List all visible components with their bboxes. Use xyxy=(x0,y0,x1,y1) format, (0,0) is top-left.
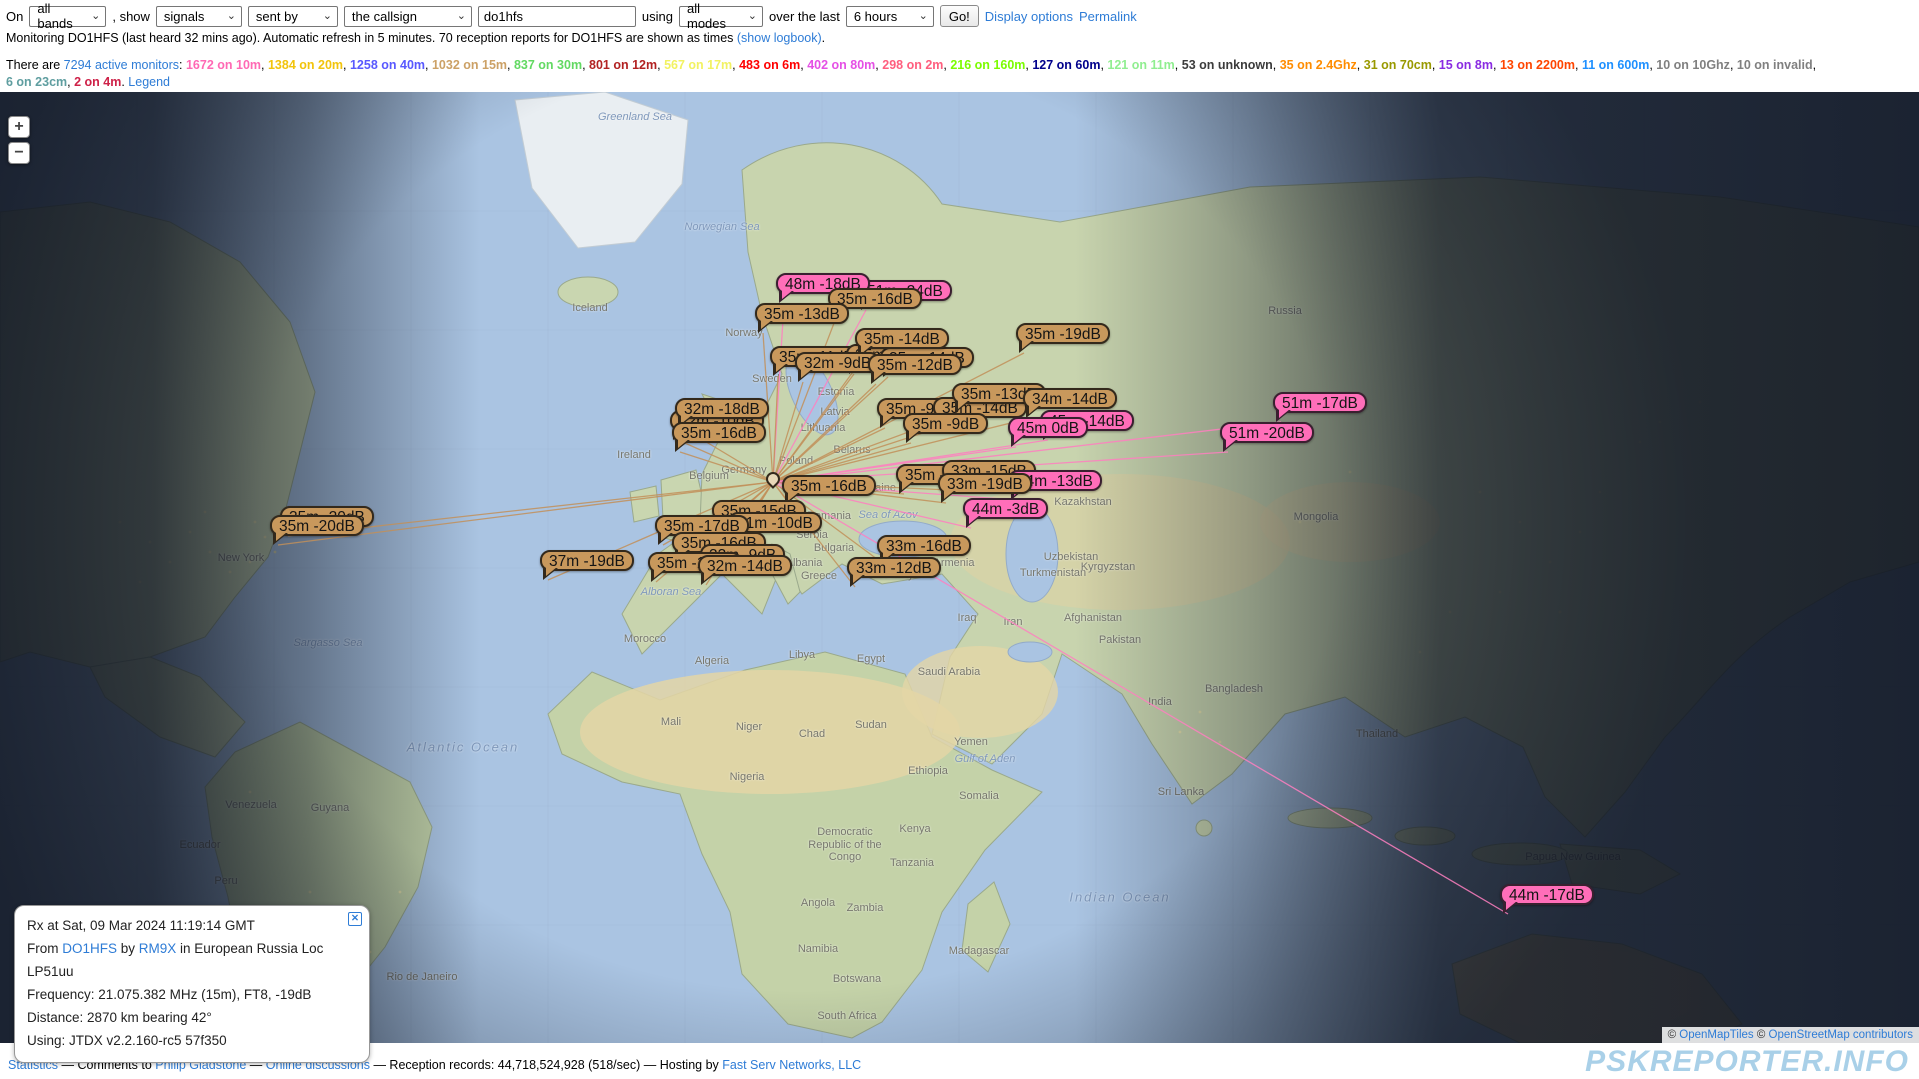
band-count: 13 on 2200m xyxy=(1500,58,1575,72)
monitoring-status-line: Monitoring DO1HFS (last heard 32 mins ag… xyxy=(0,28,1919,45)
openmaptiles-link[interactable]: OpenMapTiles xyxy=(1679,1029,1753,1041)
monitoring-suffix: . xyxy=(822,31,825,45)
pskreporter-watermark: PSKREPORTER.INFO xyxy=(1585,1045,1909,1079)
band-count: 837 on 30m xyxy=(514,58,582,72)
chevron-down-icon: ⌄ xyxy=(457,11,466,22)
popup-distance: Distance: 2870 km bearing 42° xyxy=(27,1006,357,1029)
band-count: 15 on 8m xyxy=(1439,58,1493,72)
band-count: 298 on 2m xyxy=(882,58,943,72)
query-toolbar: On all bands⌄ , show signals⌄ sent by⌄ t… xyxy=(0,0,1919,28)
zoom-in-button[interactable]: + xyxy=(8,116,30,138)
signals-select[interactable]: signals⌄ xyxy=(156,6,242,27)
band-counts-tail: 6 on 23cm, 2 on 4m. xyxy=(6,75,128,89)
show-label: , show xyxy=(112,9,150,24)
band-count: 1384 on 20m xyxy=(268,58,343,72)
band-count: 483 on 6m xyxy=(739,58,800,72)
popup-from-line: From DO1HFS by RM9X in European Russia L… xyxy=(27,937,357,983)
band-count: 11 on 600m xyxy=(1582,58,1649,72)
map-attribution: © OpenMapTiles © OpenStreetMap contribut… xyxy=(1662,1027,1919,1043)
popup-rx-time: Rx at Sat, 09 Mar 2024 11:19:14 GMT xyxy=(27,914,357,937)
permalink-link[interactable]: Permalink xyxy=(1079,9,1137,24)
band-count: 1672 on 10m xyxy=(186,58,261,72)
close-icon[interactable]: ✕ xyxy=(348,912,362,926)
chevron-down-icon: ⌄ xyxy=(227,11,236,22)
map-viewport[interactable]: Greenland SeaNorwegian SeaIcelandNorwayS… xyxy=(0,92,1919,1043)
monitors-prefix: There are xyxy=(6,58,64,72)
band-count: 6 on 23cm xyxy=(6,75,67,89)
band-select[interactable]: all bands⌄ xyxy=(29,6,106,27)
zoom-out-button[interactable]: − xyxy=(8,142,30,164)
reception-report-balloon[interactable]: 44m -3dB xyxy=(963,498,1048,519)
sentby-select[interactable]: sent by⌄ xyxy=(248,6,338,27)
band-count: 2 on 4m xyxy=(74,75,121,89)
reception-report-balloon[interactable]: 35m -13dB xyxy=(755,303,849,324)
chevron-down-icon: ⌄ xyxy=(748,11,757,22)
band-count: 216 on 160m xyxy=(950,58,1025,72)
period-select[interactable]: 6 hours⌄ xyxy=(846,6,934,27)
band-count: 121 on 11m xyxy=(1107,58,1174,72)
reception-report-balloon[interactable]: 35m -16dB xyxy=(782,475,876,496)
band-counts: 1672 on 10m, 1384 on 20m, 1258 on 40m, 1… xyxy=(186,58,1816,72)
reception-report-balloon[interactable]: 35m -9dB xyxy=(903,413,988,434)
reception-report-balloon[interactable]: 35m -20dB xyxy=(270,515,364,536)
reception-report-balloon[interactable]: 33m -19dB xyxy=(938,473,1032,494)
band-count: 10 on invalid xyxy=(1737,58,1813,72)
active-monitors-link[interactable]: 7294 active monitors xyxy=(64,58,179,72)
band-count: 402 on 80m xyxy=(807,58,875,72)
band-count: 127 on 60m xyxy=(1032,58,1100,72)
reception-report-balloon[interactable]: 51m -17dB xyxy=(1273,392,1367,413)
reception-report-balloon[interactable]: 35m -19dB xyxy=(1016,323,1110,344)
modes-select[interactable]: all modes⌄ xyxy=(679,6,763,27)
using-label: using xyxy=(642,9,673,24)
reception-report-balloon[interactable]: 51m -20dB xyxy=(1220,422,1314,443)
copyright-icon: © xyxy=(1757,1029,1765,1041)
receiver-callsign-link[interactable]: RM9X xyxy=(139,941,177,956)
reception-detail-popup: ✕ Rx at Sat, 09 Mar 2024 11:19:14 GMT Fr… xyxy=(14,905,370,1063)
reception-reports-layer: 51m -24dB48m -18dB35m -16dB35m -13dB35m … xyxy=(0,92,1919,1043)
openstreetmap-link[interactable]: OpenStreetMap contributors xyxy=(1769,1029,1913,1041)
copyright-icon: © xyxy=(1668,1029,1676,1041)
callsign-input[interactable] xyxy=(478,6,636,27)
active-monitors-line: There are 7294 active monitors: 1672 on … xyxy=(0,45,1919,72)
header: On all bands⌄ , show signals⌄ sent by⌄ t… xyxy=(0,0,1919,92)
go-button[interactable]: Go! xyxy=(940,5,979,27)
reception-report-balloon[interactable]: 33m -16dB xyxy=(877,535,971,556)
sender-callsign-link[interactable]: DO1HFS xyxy=(62,941,117,956)
reception-report-balloon[interactable]: 45m 0dB xyxy=(1008,417,1088,438)
band-count: 801 on 12m xyxy=(589,58,657,72)
popup-software: Using: JTDX v2.2.160-rc5 57f350 xyxy=(27,1029,357,1052)
band-count: 1032 on 15m xyxy=(432,58,507,72)
band-count: 53 on unknown xyxy=(1182,58,1273,72)
reception-report-balloon[interactable]: 34m -14dB xyxy=(1023,388,1117,409)
reception-report-balloon[interactable]: 37m -19dB xyxy=(540,550,634,571)
reception-report-balloon[interactable]: 35m -16dB xyxy=(672,422,766,443)
band-count: 35 on 2.4Ghz xyxy=(1280,58,1357,72)
chevron-down-icon: ⌄ xyxy=(91,11,100,22)
reception-report-balloon[interactable]: 35m -12dB xyxy=(868,354,962,375)
map-zoom-control: + − xyxy=(8,116,30,164)
band-count: 1258 on 40m xyxy=(350,58,425,72)
band-count: 10 on 10Ghz xyxy=(1656,58,1730,72)
legend-link[interactable]: Legend xyxy=(128,75,170,89)
chevron-down-icon: ⌄ xyxy=(919,11,928,22)
overlast-label: over the last xyxy=(769,9,840,24)
active-monitors-line-2: 6 on 23cm, 2 on 4m. Legend xyxy=(0,72,1919,89)
reception-report-balloon[interactable]: 44m -17dB xyxy=(1500,884,1594,905)
show-logbook-link[interactable]: (show logbook) xyxy=(737,31,822,45)
chevron-down-icon: ⌄ xyxy=(323,11,332,22)
reception-report-balloon[interactable]: 32m -18dB xyxy=(675,398,769,419)
hosting-link[interactable]: Fast Serv Networks, LLC xyxy=(722,1058,861,1072)
reception-report-balloon[interactable]: 32m -14dB xyxy=(698,555,792,576)
reception-report-balloon[interactable]: 35m -14dB xyxy=(855,328,949,349)
on-label: On xyxy=(6,9,23,24)
callsign-type-select[interactable]: the callsign⌄ xyxy=(344,6,472,27)
display-options-link[interactable]: Display options xyxy=(985,9,1073,24)
band-count: 31 on 70cm xyxy=(1364,58,1432,72)
reception-report-balloon[interactable]: 33m -12dB xyxy=(847,557,941,578)
monitoring-text: Monitoring DO1HFS (last heard 32 mins ag… xyxy=(6,31,737,45)
band-count: 567 on 17m xyxy=(664,58,732,72)
popup-frequency: Frequency: 21.075.382 MHz (15m), FT8, -1… xyxy=(27,983,357,1006)
